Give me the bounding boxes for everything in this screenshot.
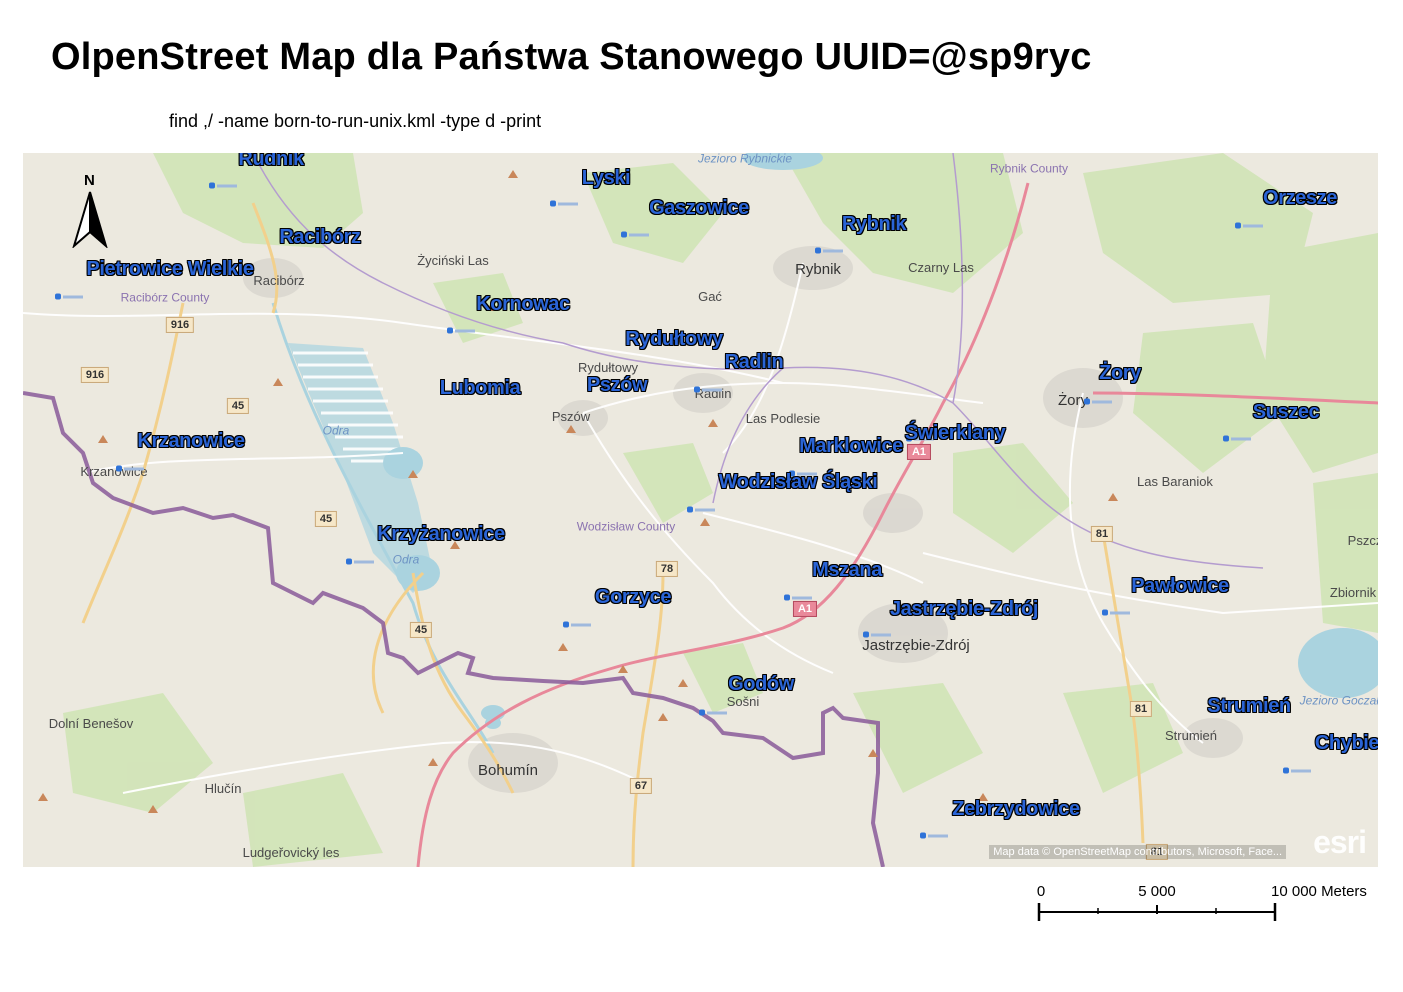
scale-unit: Meters [1321, 883, 1367, 900]
poi-label-chybie[interactable]: Chybie [1315, 733, 1378, 753]
poi-label-jastrzebie-zdroj[interactable]: Jastrzębie-Zdrój [890, 599, 1038, 619]
place-marker[interactable] [784, 594, 812, 602]
label-rybnik: Rybnik [795, 261, 841, 279]
road-shield-45a: 45 [226, 397, 250, 415]
label-raciborz-county: Racibórz County [120, 290, 210, 305]
road-shield-81a: 81 [1090, 525, 1114, 543]
poi-label-strumien[interactable]: Strumień [1207, 696, 1291, 716]
label-rybnik-county: Rybnik County [989, 161, 1069, 176]
label-jastrzebie-zdroj: Jastrzębie-Zdrój [862, 637, 970, 655]
place-marker[interactable] [1084, 398, 1112, 406]
poi-label-orzesze[interactable]: Orzesze [1263, 188, 1337, 208]
poi-label-swierklany[interactable]: Świerklany [905, 423, 1006, 443]
scale-label-10000-value: 10 000 [1271, 883, 1317, 900]
map-subtitle: find ,/ -name born-to-run-unix.kml -type… [169, 111, 542, 131]
place-marker[interactable] [116, 465, 144, 473]
label-las-podlesie: Las Podlesie [745, 411, 821, 427]
place-marker[interactable] [1235, 222, 1263, 230]
poi-label-suszec[interactable]: Suszec [1253, 402, 1320, 422]
secondary-roads [81, 202, 1145, 867]
poi-label-rydultowy[interactable]: Rydułtowy [625, 329, 723, 349]
label-jezioro-rybnickie: Jezioro Rybnickie [697, 153, 793, 166]
poi-label-krzanowice[interactable]: Krzanowice [137, 431, 245, 451]
map-view[interactable]: Rybnik County Jezioro Rybnickie Życiński… [23, 153, 1378, 867]
label-zbiornik: Zbiornik [1329, 585, 1377, 601]
poi-label-zebrzydowice[interactable]: Zebrzydowice [952, 799, 1080, 819]
road-shield-45c: 45 [409, 621, 433, 639]
place-marker[interactable] [815, 247, 843, 255]
poi-label-rudnik[interactable]: Rudnik [238, 153, 304, 169]
road-shield-a1b: A1 [792, 600, 818, 618]
poi-label-godow[interactable]: Godów [728, 674, 794, 694]
label-raciborz: Racibórz [253, 273, 305, 289]
place-marker[interactable] [920, 832, 948, 840]
place-marker[interactable] [447, 327, 475, 335]
road-shield-81b: 81 [1129, 700, 1153, 718]
place-marker[interactable] [863, 631, 891, 639]
scale-bar [1037, 903, 1277, 921]
road-shield-78: 78 [655, 560, 679, 578]
place-marker[interactable] [55, 293, 83, 301]
road-shield-67: 67 [629, 777, 653, 795]
label-sosni: Sošni [726, 694, 760, 710]
road-shield-45b: 45 [314, 510, 338, 528]
poi-label-zory[interactable]: Żory [1099, 363, 1141, 383]
label-pszcz: Pszcz [1347, 533, 1378, 549]
label-pszow: Pszów [551, 409, 591, 425]
label-ludgerovicky-les: Ludgeřovický les [242, 845, 340, 861]
place-marker[interactable] [563, 621, 591, 629]
road-shield-a1a: A1 [906, 443, 932, 461]
label-czarny-las: Czarny Las [908, 260, 974, 276]
poi-label-gaszowice[interactable]: Gaszowice [649, 198, 749, 218]
poi-label-marklowice[interactable]: Marklowice [799, 436, 903, 456]
poi-label-radlin[interactable]: Radlin [725, 352, 784, 372]
label-hlucin: Hlučín [204, 781, 242, 797]
place-marker[interactable] [1102, 609, 1130, 617]
place-marker[interactable] [550, 200, 578, 208]
place-marker[interactable] [1223, 435, 1251, 443]
label-gac: Gać [698, 289, 722, 305]
scale-label-10000: 10 000 Meters [1271, 883, 1367, 900]
poi-label-gorzyce[interactable]: Gorzyce [595, 587, 672, 607]
poi-label-lyski[interactable]: Lyski [582, 168, 631, 188]
label-bohumin: Bohumín [477, 762, 539, 780]
place-marker[interactable] [687, 506, 715, 514]
poi-label-rybnik[interactable]: Rybnik [842, 214, 907, 234]
place-marker[interactable] [209, 182, 237, 190]
label-las-baraniok: Las Baraniok [1137, 474, 1213, 490]
poi-label-lubomia[interactable]: Lubomia [440, 378, 521, 398]
map-attribution: Map data © OpenStreetMap contributors, M… [989, 845, 1286, 859]
place-marker[interactable] [1283, 767, 1311, 775]
road-shield-916b: 916 [80, 366, 110, 384]
label-dolni-benesov: Dolní Benešov [48, 716, 134, 732]
poi-label-krzyzanowice[interactable]: Krzyżanowice [377, 524, 505, 544]
map-title: OlpenStreet Map dla Państwa Stanowego UU… [51, 36, 1092, 78]
place-marker[interactable] [699, 709, 727, 717]
poi-label-pszow[interactable]: Pszów [587, 375, 648, 395]
poi-label-mszana[interactable]: Mszana [812, 560, 882, 580]
poi-label-raciborz[interactable]: Racibórz [279, 227, 361, 247]
label-odra-1: Odra [322, 423, 350, 438]
esri-logo: esri [1313, 824, 1367, 860]
label-wodzislaw-county: Wodzisław County [576, 519, 676, 534]
poi-label-pietrowice-wielkie[interactable]: Pietrowice Wielkie [86, 259, 254, 279]
poi-label-pawlowice[interactable]: Pawłowice [1131, 576, 1229, 596]
label-rydultowy: Rydułtowy [578, 360, 638, 376]
north-arrow-icon [72, 191, 108, 248]
road-shield-916a: 916 [165, 316, 195, 334]
label-zycinski-las: Życiński Las [417, 253, 489, 269]
label-strumien-base: Strumień [1164, 728, 1218, 744]
label-jezioro-goczalkow: Jezioro Goczałkow [1299, 693, 1378, 708]
scale-label-0: 0 [1036, 883, 1046, 900]
place-marker[interactable] [694, 386, 722, 394]
label-odra-2: Odra [392, 552, 420, 567]
poi-label-wodzislaw-slaski[interactable]: Wodzisław Śląski [719, 472, 878, 492]
place-marker[interactable] [346, 558, 374, 566]
place-marker[interactable] [621, 231, 649, 239]
poi-label-kornowac[interactable]: Kornowac [476, 294, 570, 314]
scale-label-5000: 5 000 [1138, 883, 1176, 900]
